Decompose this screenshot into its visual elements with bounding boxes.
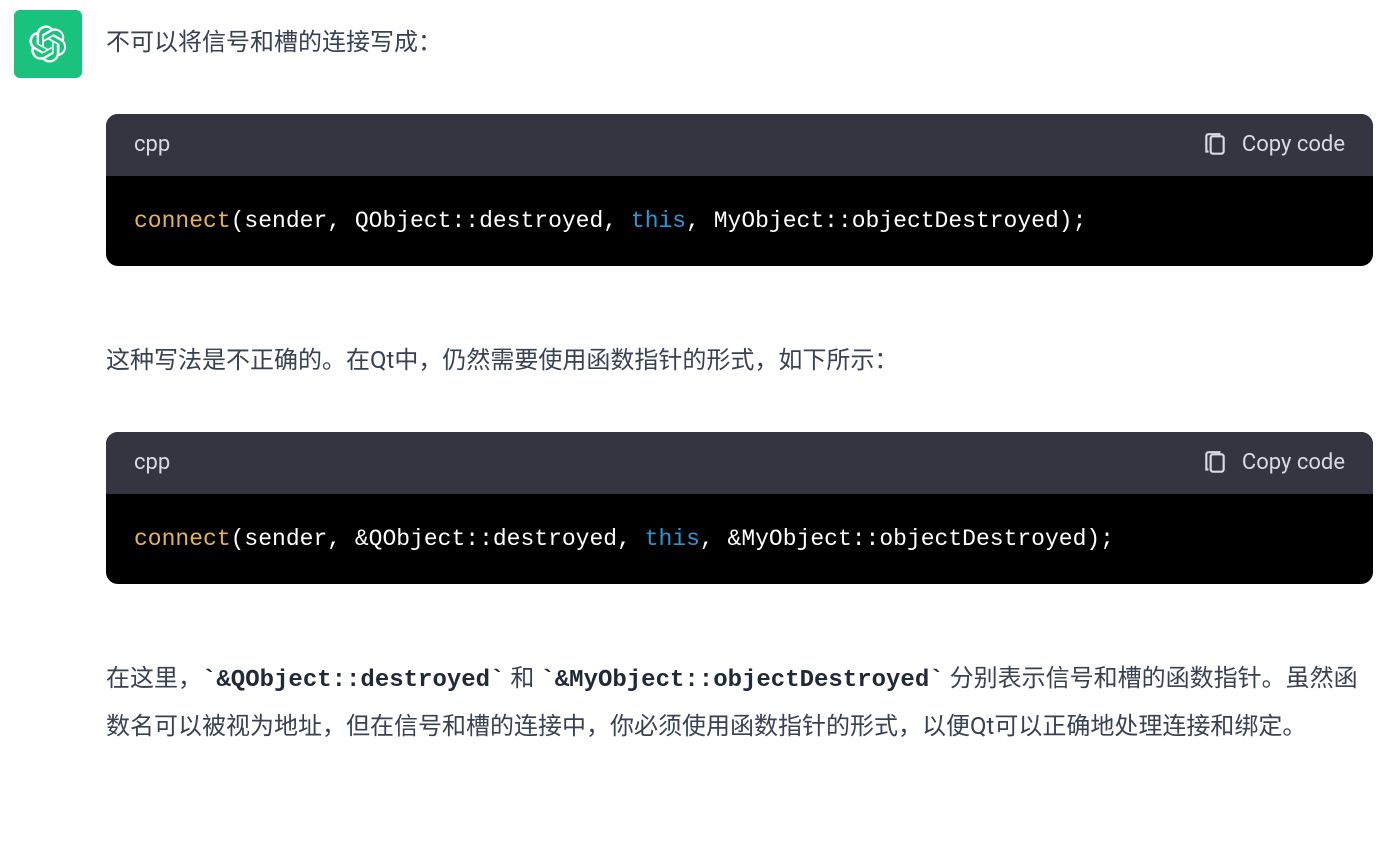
code-header: cpp Copy code [106, 114, 1373, 176]
code-header: cpp Copy code [106, 432, 1373, 494]
middle-paragraph: 这种写法是不正确的。在Qt中，仍然需要使用函数指针的形式，如下所示： [106, 338, 1373, 384]
copy-code-button[interactable]: Copy code [1202, 132, 1345, 158]
code-token: , &MyObject::objectDestroyed); [700, 526, 1114, 552]
code-token-func: connect [134, 208, 231, 234]
code-content: connect(sender, &QObject::destroyed, thi… [106, 494, 1373, 585]
openai-logo-icon [29, 25, 67, 63]
assistant-avatar [14, 10, 82, 78]
copy-code-label: Copy code [1242, 450, 1345, 475]
text-fragment: 和 [504, 664, 540, 692]
code-block-2: cpp Copy code connect(sender, &QObject::… [106, 432, 1373, 585]
inline-code: `&MyObject::objectDestroyed` [540, 667, 943, 694]
final-paragraph: 在这里，`&QObject::destroyed` 和 `&MyObject::… [106, 656, 1373, 749]
code-lang-label: cpp [134, 450, 170, 475]
copy-code-button[interactable]: Copy code [1202, 450, 1345, 476]
code-token-func: connect [134, 526, 231, 552]
copy-code-label: Copy code [1242, 132, 1345, 157]
code-token: (sender, QObject::destroyed, [231, 208, 631, 234]
clipboard-icon [1202, 450, 1228, 476]
message-content: 不可以将信号和槽的连接写成： cpp Copy code connect(sen… [106, 10, 1373, 797]
text-fragment: 在这里， [106, 664, 202, 692]
clipboard-icon [1202, 132, 1228, 158]
code-token: , MyObject::objectDestroyed); [686, 208, 1086, 234]
code-block-1: cpp Copy code connect(sender, QObject::d… [106, 114, 1373, 267]
code-content: connect(sender, QObject::destroyed, this… [106, 176, 1373, 267]
code-token-keyword: this [645, 526, 700, 552]
code-token-keyword: this [631, 208, 686, 234]
intro-paragraph: 不可以将信号和槽的连接写成： [106, 20, 1373, 66]
inline-code: `&QObject::destroyed` [202, 667, 504, 694]
code-lang-label: cpp [134, 132, 170, 157]
code-token: (sender, &QObject::destroyed, [231, 526, 645, 552]
